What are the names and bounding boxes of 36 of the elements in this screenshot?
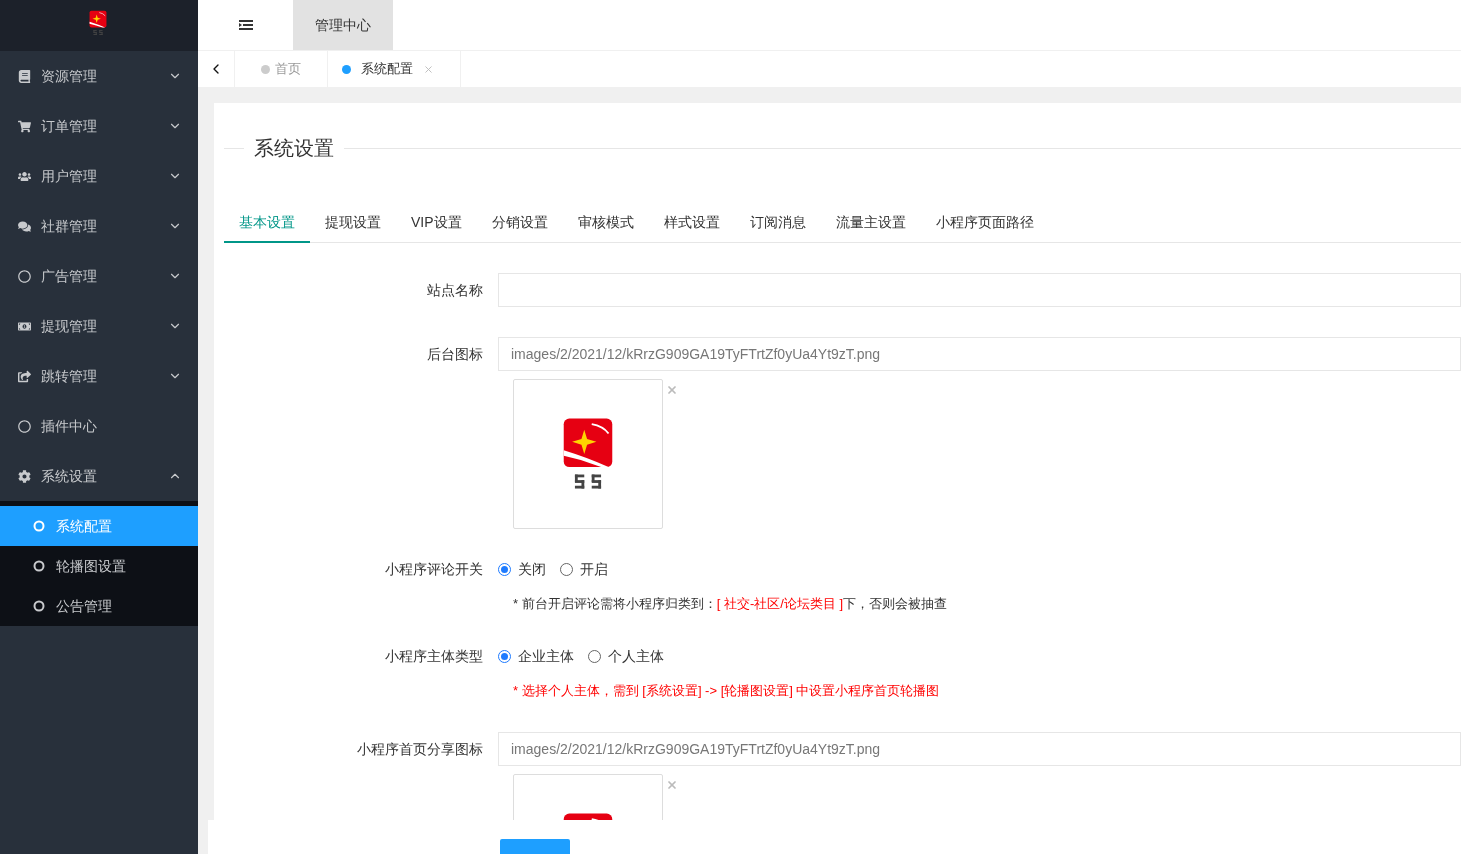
page-tab[interactable]: 系统配置 — [328, 51, 461, 87]
field-label: 小程序评论开关 — [385, 561, 483, 577]
sidebar-item[interactable]: 广告管理 — [0, 251, 198, 301]
settings-tab[interactable]: 流量主设置 — [820, 203, 921, 243]
radio-label: 关闭 — [518, 560, 546, 579]
hint-text: * 前台开启评论需将小程序归类到：[ 社交-社区/论坛类目 ]下，否则会被抽查 — [513, 596, 948, 611]
section-title: 系统设置 — [253, 136, 335, 161]
settings-tab[interactable]: 订阅消息 — [734, 203, 821, 243]
settings-tab[interactable]: VIP设置 — [396, 203, 477, 243]
sidebar-item[interactable]: 社群管理 — [0, 201, 198, 251]
sidebar-item[interactable]: 跳转管理 — [0, 351, 198, 401]
sidebar-item[interactable]: 插件中心 — [0, 401, 198, 451]
field-label: 小程序主体类型 — [385, 647, 483, 664]
radio-label: 开启 — [580, 560, 608, 579]
settings-tab[interactable]: 基本设置 — [224, 203, 310, 243]
radio-label: 企业主体 — [518, 646, 574, 666]
sidebar-item[interactable]: 订单管理 — [0, 101, 198, 151]
settings-tab[interactable]: 分销设置 — [476, 203, 563, 243]
settings-tab[interactable]: 小程序页面路径 — [920, 203, 1049, 243]
sidebar-item[interactable]: 系统设置 — [0, 451, 198, 501]
sidebar-item[interactable]: 资源管理 — [0, 51, 198, 101]
header-tab[interactable]: 管理中心 — [293, 0, 393, 50]
settings-tab[interactable]: 审核模式 — [562, 203, 649, 243]
settings-tab[interactable]: 提现设置 — [310, 203, 396, 243]
sidebar-item[interactable]: 提现管理 — [0, 301, 198, 351]
submenu-item[interactable]: 公告管理 — [0, 586, 198, 626]
hint-text: * 选择个人主体，需到 [系统设置] -> [轮播图设置] 中设置小程序首页轮播图 — [513, 682, 940, 698]
input-field[interactable]: images/2/2021/12/kRrzG909GA19TyFTrtZf0yUa4Yt9zT.png — [498, 337, 1461, 371]
field-label: 后台图标 — [427, 345, 483, 362]
field-label: 小程序首页分享图标 — [357, 740, 483, 757]
submenu-item[interactable]: 轮播图设置 — [0, 546, 198, 586]
settings-tab[interactable]: 样式设置 — [648, 203, 735, 243]
radio-label: 个人主体 — [608, 646, 664, 666]
field-label: 站点名称 — [427, 281, 483, 298]
sidebar-item[interactable]: 用户管理 — [0, 151, 198, 201]
input-field[interactable]: images/2/2021/12/kRrzG909GA19TyFTrtZf0yUa4Yt9zT.png — [498, 732, 1461, 766]
